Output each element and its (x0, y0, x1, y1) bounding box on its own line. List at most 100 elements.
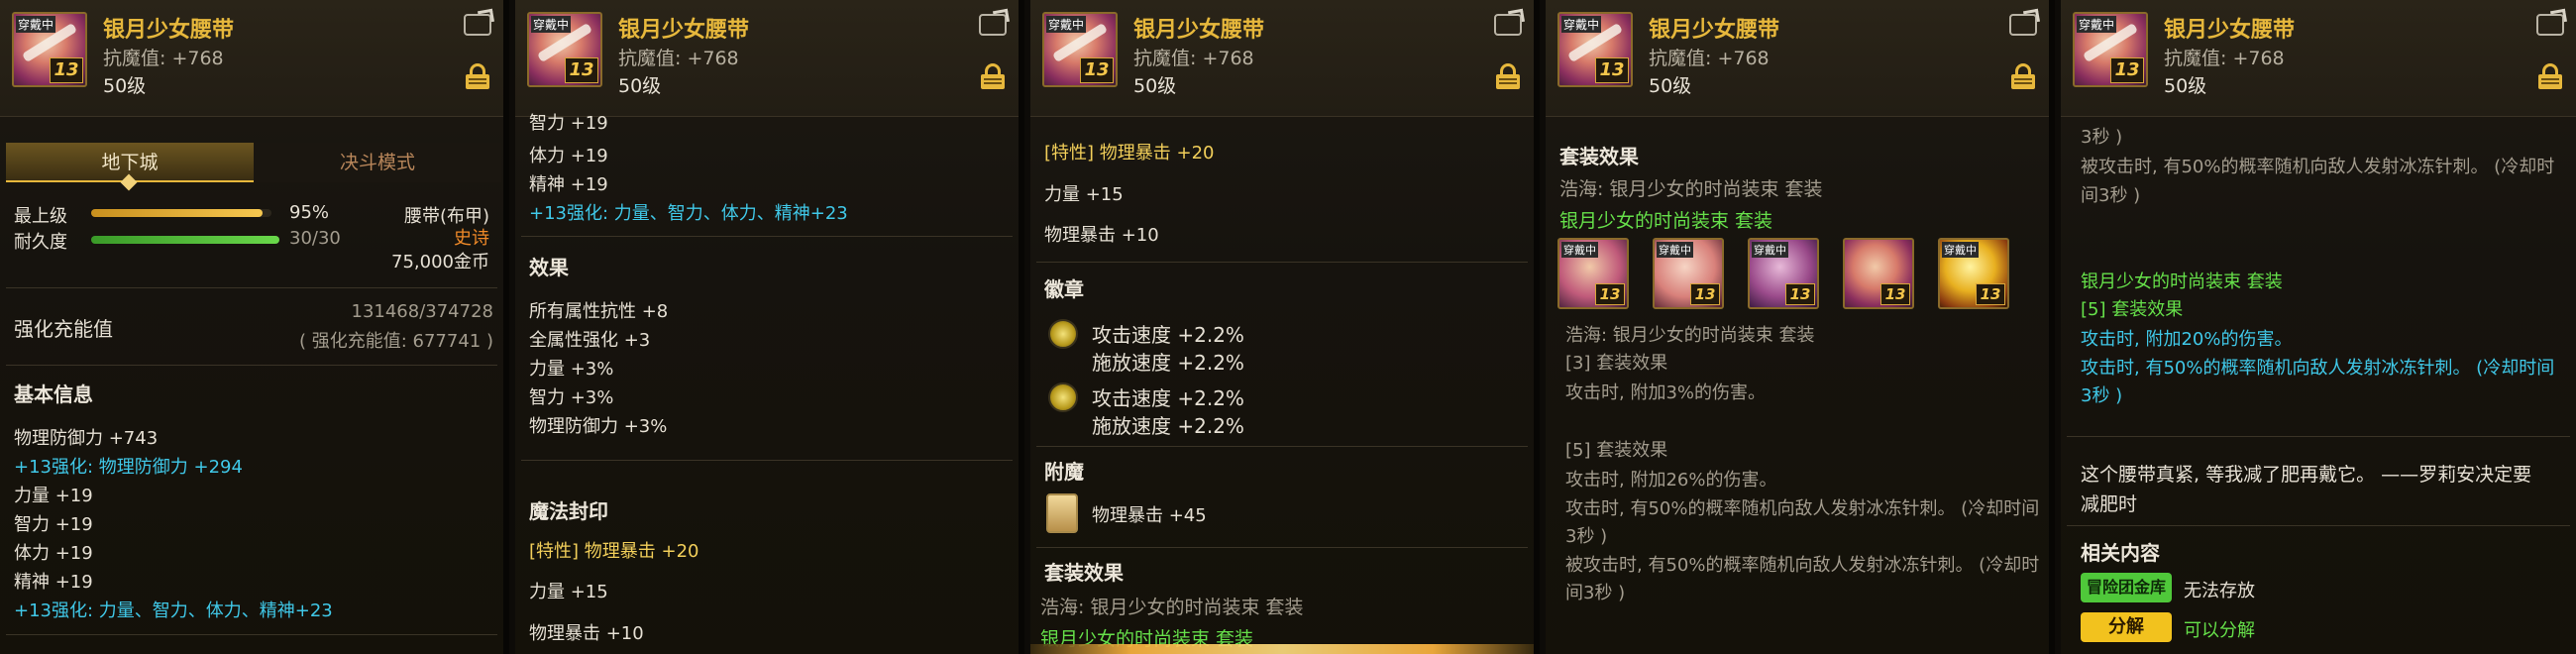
divider (521, 236, 1013, 237)
tab-dungeon[interactable]: 地下城 (6, 143, 254, 191)
set-piece-slot[interactable]: 穿戴中 13 (1748, 238, 1819, 309)
share-icon[interactable] (2009, 14, 2037, 36)
charge-value: 131468/374728 (351, 301, 494, 322)
item-level: 50级 (618, 75, 662, 97)
storage-badge: 冒险团金库 (2081, 573, 2172, 602)
stat-line: 物理防御力 +743 (14, 428, 159, 449)
item-level: 50级 (1649, 75, 1692, 97)
stat-line: +13强化: 力量、智力、体力、精神+23 (529, 203, 848, 224)
item-name: 银月少女腰带 (2164, 18, 2296, 43)
item-level: 50级 (2164, 75, 2207, 97)
charge-sub: ( 强化充能值: 677741 ) (299, 331, 493, 352)
belt-item-icon[interactable]: 穿戴中 13 (1042, 12, 1118, 87)
share-icon[interactable] (1494, 14, 1522, 36)
share-icon[interactable] (979, 14, 1007, 36)
set-title: 套装效果 (1559, 145, 1639, 168)
enhance-badge: 13 (2110, 57, 2144, 83)
lock-icon[interactable] (1496, 63, 1520, 89)
stat-line: +13强化: 物理防御力 +294 (14, 457, 243, 478)
max-level-label: 最上级 (14, 206, 67, 227)
stat-line: 精神 +19 (14, 572, 93, 593)
item-level: 50级 (1133, 75, 1177, 97)
set-bonus-line: 被攻击时, 有50%的概率随机向敌人发射冰冻针刺。 (冷却时 (1565, 555, 2040, 576)
set-bonus-line: 3秒 ) (2081, 385, 2123, 406)
set-piece-slot[interactable]: 穿戴中 13 (1557, 238, 1629, 309)
enchant-title: 附魔 (1044, 460, 1084, 484)
max-level-pct: 95% (289, 202, 330, 223)
item-name: 银月少女腰带 (618, 18, 750, 43)
emblem-icon[interactable] (1048, 319, 1078, 349)
emblem-icon[interactable] (1048, 382, 1078, 412)
max-level-bar (91, 209, 271, 217)
item-level: 50级 (103, 75, 147, 97)
item-stat: 抗魔值: +768 (618, 48, 739, 69)
belt-item-icon[interactable]: 穿戴中 13 (12, 12, 87, 87)
lock-icon[interactable] (2538, 63, 2562, 89)
seal-line: [特性] 物理暴击 +20 (529, 541, 699, 562)
set-bonus-line: 攻击时, 有50%的概率随机向敌人发射冰冻针刺。 (冷却时间 (2081, 358, 2555, 379)
seal-line: 物理暴击 +10 (1044, 225, 1159, 246)
item-stat: 抗魔值: +768 (2164, 48, 2285, 69)
item-stat: 抗魔值: +768 (1133, 48, 1254, 69)
tab-pvp[interactable]: 决斗模式 (254, 143, 501, 182)
effect-line: 物理防御力 +3% (529, 416, 668, 437)
set-bonus-line: 攻击时, 附加20%的伤害。 (2081, 329, 2293, 350)
divider (1036, 446, 1528, 447)
divider (1036, 547, 1528, 548)
set-title: 套装效果 (1044, 561, 1124, 585)
belt-item-icon[interactable]: 穿戴中 13 (1557, 12, 1633, 87)
durability-value: 30/30 (289, 228, 341, 249)
enhance-badge: 13 (1080, 57, 1114, 83)
item-stat: 抗魔值: +768 (103, 48, 224, 69)
set-bonus-line: 被攻击时, 有50%的概率随机向敌人发射冰冻针刺。 (冷却时 (2081, 157, 2555, 177)
stat-line: 智力 +19 (14, 514, 93, 535)
item-header: 穿戴中 13 银月少女腰带 抗魔值: +768 50级 (0, 0, 503, 117)
set-owner: 浩海: 银月少女的时尚装束 套装 (1040, 597, 1304, 618)
emblem-line: 施放速度 +2.2% (1092, 414, 1244, 438)
stat-line: +13强化: 力量、智力、体力、精神+23 (14, 600, 333, 621)
set-bonus-line: 3秒 ) (2081, 127, 2123, 148)
price: 75,000金币 (391, 252, 489, 272)
item-name: 银月少女腰带 (103, 18, 235, 43)
effect-line: 力量 +3% (529, 359, 614, 380)
durability-bar (91, 236, 279, 244)
divider (6, 287, 497, 288)
set-bonus-title: [3] 套装效果 (1565, 353, 1668, 374)
lock-icon[interactable] (466, 63, 489, 89)
belt-item-icon[interactable]: 穿戴中 13 (527, 12, 602, 87)
effect-line: 全属性强化 +3 (529, 330, 651, 351)
set-piece-slot[interactable]: 13 (1843, 238, 1914, 309)
seal-line: 力量 +15 (529, 582, 608, 602)
durability-label: 耐久度 (14, 232, 67, 253)
item-header: 穿戴中 13 银月少女腰带 抗魔值: +768 50级 (1546, 0, 2049, 117)
lock-icon[interactable] (2011, 63, 2035, 89)
set-piece-slot[interactable]: 穿戴中 13 (1938, 238, 2009, 309)
set-owner: 浩海: 银月少女的时尚装束 套装 (1559, 178, 1823, 200)
share-icon[interactable] (464, 14, 491, 36)
enchant-card-icon[interactable] (1046, 493, 1078, 533)
storage-text: 无法存放 (2184, 581, 2255, 601)
flavor-text: 这个腰带真紧, 等我减了肥再戴它。 ——罗莉安决定要 (2081, 464, 2532, 486)
emblem-line: 施放速度 +2.2% (1092, 351, 1244, 375)
set-name: 银月少女的时尚装束 套装 (1559, 210, 1773, 232)
divider (2067, 436, 2570, 437)
set-name: 银月少女的时尚装束 套装 (2081, 272, 2283, 292)
set-piece-slot[interactable]: 穿戴中 13 (1653, 238, 1724, 309)
divider (2067, 525, 2570, 526)
lock-icon[interactable] (981, 63, 1005, 89)
emblem-line: 攻击速度 +2.2% (1092, 323, 1244, 347)
divider (521, 460, 1013, 461)
set-bonus-title: [5] 套装效果 (1565, 440, 1668, 461)
tooltip-panel-2: 穿戴中 13 银月少女腰带 抗魔值: +768 50级 智力 +19 体力 +19… (515, 0, 1024, 654)
flavor-text: 减肥时 (2081, 493, 2138, 515)
set-bonus-line: 3秒 ) (1565, 526, 1608, 547)
divider (6, 634, 497, 635)
seal-line: 物理暴击 +10 (529, 623, 644, 644)
emblem-title: 徽章 (1044, 277, 1084, 301)
enhance-badge: 13 (50, 57, 83, 83)
belt-item-icon[interactable]: 穿戴中 13 (2073, 12, 2148, 87)
item-header: 穿戴中 13 银月少女腰带 抗魔值: +768 50级 (515, 0, 1019, 117)
share-icon[interactable] (2536, 14, 2564, 36)
disassemble-button[interactable]: 分解 (2081, 612, 2172, 642)
set-bonus-line: 攻击时, 附加3%的伤害。 (1565, 382, 1766, 403)
